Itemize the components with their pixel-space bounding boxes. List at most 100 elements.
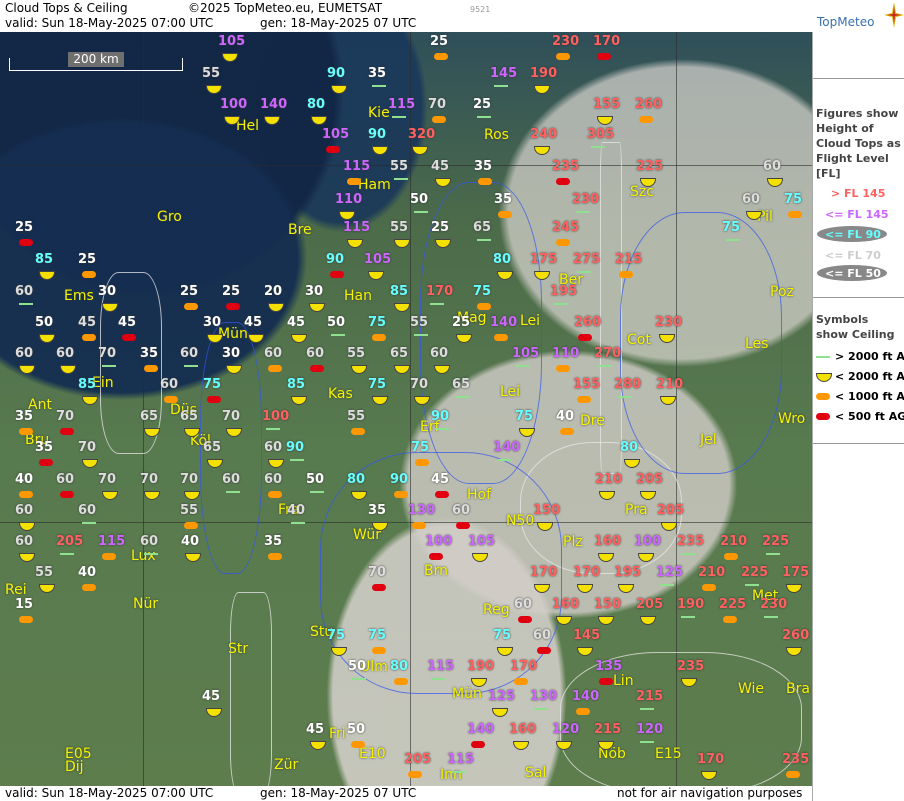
ceiling-symbol-orange <box>372 334 386 341</box>
ceiling-symbol-yellow <box>185 553 201 562</box>
city-label: Les <box>745 336 769 352</box>
cloud-top-value: 235 <box>677 534 705 549</box>
ceiling-symbol-yellow <box>331 85 347 94</box>
cloud-top-value: 50 <box>306 472 325 487</box>
ceiling-symbol-yellow <box>144 491 160 500</box>
cloud-top-value: 130 <box>408 503 436 518</box>
cloud-top-value: 60 <box>514 597 533 612</box>
ceiling-symbol-line <box>414 334 428 336</box>
ceiling-symbol-red <box>19 239 33 246</box>
cloud-top-value: 70 <box>98 346 117 361</box>
ceiling-symbol-line <box>640 741 654 743</box>
ceiling-symbol-line <box>766 553 780 555</box>
ceiling-symbol-line <box>60 553 74 555</box>
cloud-top-value: 25 <box>15 220 34 235</box>
cloud-top-value: 140 <box>260 97 288 112</box>
cloud-top-value: 30 <box>222 346 241 361</box>
cloud-top-value: 75 <box>784 192 803 207</box>
city-label: Cot <box>627 332 651 348</box>
cloud-top-value: 60 <box>15 503 34 518</box>
ceiling-symbol-red <box>60 428 74 435</box>
ceiling-symbol-orange <box>556 365 570 372</box>
cloud-top-value: 85 <box>35 252 54 267</box>
ceiling-symbol-red <box>537 647 551 654</box>
ceiling-symbol-yellow <box>39 334 55 343</box>
ceiling-symbol-line <box>681 616 695 618</box>
cloud-top-value: 35 <box>474 159 493 174</box>
ceiling-symbol-yellow <box>492 708 508 717</box>
cloud-top-value: 100 <box>425 534 453 549</box>
legend-symbol-1: > 2000 ft AGL <box>835 350 904 363</box>
cloud-top-value: 145 <box>490 66 518 81</box>
ceiling-symbol-orange <box>702 584 716 591</box>
city-label: Pra <box>625 502 648 518</box>
ceiling-symbol-orange <box>560 428 574 435</box>
cloud-top-value: 215 <box>636 689 664 704</box>
ceiling-symbol-yellow <box>618 584 634 593</box>
city-label: Jel <box>700 432 717 448</box>
ceiling-symbol-red <box>518 616 532 623</box>
cloud-top-value: 35 <box>494 192 513 207</box>
cloud-top-value: 225 <box>762 534 790 549</box>
weather-map: 200 km Hel Kie Ros Gro Ham Szc Pil Bre Ber Poz Ems… <box>0 32 812 786</box>
ceiling-symbol-yellow <box>206 85 222 94</box>
cloud-top-value: 30 <box>305 284 324 299</box>
ceiling-symbol-red <box>39 459 53 466</box>
cloud-top-value: 80 <box>347 472 366 487</box>
cloud-top-value: 50 <box>35 315 54 330</box>
ceiling-symbol-red <box>207 396 221 403</box>
cloud-top-value: 25 <box>431 220 450 235</box>
ceiling-symbol-line <box>477 116 491 118</box>
city-label: Ham <box>358 177 391 193</box>
cloud-top-value: 215 <box>594 722 622 737</box>
ceiling-symbol-line <box>431 678 445 680</box>
cloud-top-value: 60 <box>533 628 552 643</box>
cloud-top-value: 140 <box>467 722 495 737</box>
cloud-top-value: 260 <box>574 315 602 330</box>
cloud-top-value: 230 <box>655 315 683 330</box>
cloud-top-value: 75 <box>368 377 387 392</box>
ceiling-symbol-orange <box>82 334 96 341</box>
ceiling-symbol-line <box>184 365 198 367</box>
copyright-text: ©2025 TopMeteo.eu, EUMETSAT <box>188 1 383 15</box>
cloud-top-value: 170 <box>530 565 558 580</box>
cloud-top-value: 25 <box>430 34 449 49</box>
footer-generation-time: gen: 18-May-2025 07 UTC <box>260 786 417 800</box>
cloud-top-value: 150 <box>533 503 561 518</box>
cloud-top-value: 210 <box>656 377 684 392</box>
cloud-top-value: 45 <box>431 159 450 174</box>
ceiling-symbol-orange <box>788 211 802 218</box>
city-label: Hof <box>467 487 492 503</box>
cloud-top-value: 105 <box>364 252 392 267</box>
ceiling-symbol-orange <box>372 647 386 654</box>
cloud-top-value: 70 <box>140 472 159 487</box>
cloud-top-value: 105 <box>322 127 350 142</box>
city-label: Reg <box>483 602 510 618</box>
header-bar: Cloud Tops & Ceiling ©2025 TopMeteo.eu, … <box>0 0 812 32</box>
ceiling-symbol-line <box>726 239 740 241</box>
ceiling-symbol-orange <box>184 303 198 310</box>
ceiling-symbol-yellow <box>394 365 410 374</box>
ceiling-symbol-yellow <box>268 459 284 468</box>
cloud-top-value: 45 <box>287 315 306 330</box>
cloud-top-value: 90 <box>286 440 305 455</box>
ceiling-symbol-orange <box>184 522 198 529</box>
cloud-top-value: 195 <box>614 565 642 580</box>
cloud-top-value: 235 <box>782 752 810 767</box>
ceiling-symbol-line <box>618 396 632 398</box>
logo-text: TopMeteo <box>817 15 875 29</box>
city-label: Kie <box>368 105 390 121</box>
cloud-top-value: 25 <box>473 97 492 112</box>
ceiling-symbol-orange <box>164 396 178 403</box>
valid-time: valid: Sun 18-May-2025 07:00 UTC <box>5 16 214 30</box>
city-label: Mün <box>452 686 482 702</box>
cloud-top-value: 20 <box>264 284 283 299</box>
map-title: Cloud Tops & Ceiling <box>5 1 128 15</box>
cloud-top-value: 65 <box>452 377 471 392</box>
cloud-top-value: 45 <box>306 722 325 737</box>
cloud-top-value: 110 <box>552 346 580 361</box>
cloud-top-value: 210 <box>698 565 726 580</box>
ceiling-symbol-orange <box>494 334 508 341</box>
cloud-top-value: 60 <box>264 440 283 455</box>
ceiling-symbol-yellow <box>264 116 280 125</box>
